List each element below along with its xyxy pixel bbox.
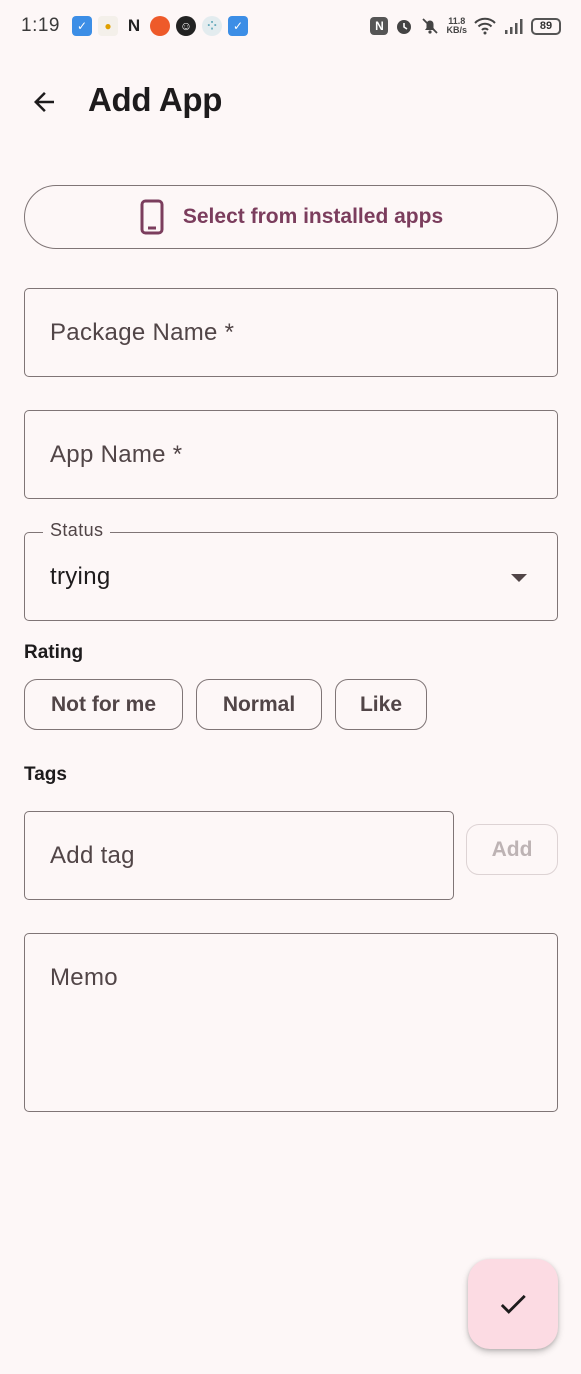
package-name-field[interactable]: Package Name * — [24, 288, 558, 377]
app-name-placeholder: App Name * — [50, 440, 183, 468]
back-button[interactable] — [22, 80, 66, 124]
battery-indicator: 89 — [531, 17, 561, 35]
app-name-field[interactable]: App Name * — [24, 410, 558, 499]
save-fab-button[interactable] — [468, 1259, 558, 1349]
select-installed-apps-label: Select from installed apps — [182, 205, 444, 228]
add-tag-field[interactable]: Add tag — [24, 811, 454, 900]
smartphone-icon — [140, 199, 164, 235]
rating-chip-label: Not for me — [51, 692, 156, 716]
add-tag-button[interactable]: Add — [466, 824, 558, 875]
status-time: 1:19 — [21, 15, 60, 36]
add-tag-button-label: Add — [491, 837, 533, 861]
status-bar-right: N 11.8 KB/s 89 — [370, 16, 561, 36]
tags-label: Tags — [24, 764, 67, 785]
memo-placeholder: Memo — [50, 964, 118, 991]
nfc-icon: N — [370, 17, 389, 35]
rating-chip-normal[interactable]: Normal — [196, 679, 322, 730]
orange-app-icon — [149, 16, 170, 36]
dotted-app-icon: ⁘ — [201, 16, 222, 36]
top-app-bar: Add App — [0, 72, 581, 132]
rating-chip-like[interactable]: Like — [335, 679, 427, 730]
page-title: Add App — [88, 81, 223, 118]
network-speed-unit: KB/s — [446, 25, 467, 35]
status-label: Status — [43, 520, 111, 541]
status-bar: 1:19 ✓ ● N ☺ ⁘ ✓ N 11.8 KB/s 89 — [0, 0, 581, 52]
alarm-icon — [397, 20, 412, 34]
status-dropdown[interactable]: Status trying — [24, 520, 558, 621]
rating-chip-label: Like — [359, 692, 403, 716]
rating-chip-not-for-me[interactable]: Not for me — [24, 679, 183, 730]
add-app-screen: 1:19 ✓ ● N ☺ ⁘ ✓ N 11.8 KB/s 89 Add App … — [0, 0, 581, 1374]
rating-chip-label: Normal — [222, 692, 296, 716]
select-installed-apps-button[interactable]: Select from installed apps — [24, 185, 558, 249]
weather-icon: ● — [97, 16, 118, 36]
network-speed: 11.8 KB/s — [446, 17, 467, 35]
status-value: trying — [50, 562, 111, 590]
package-name-placeholder: Package Name * — [50, 318, 235, 346]
panda-app-icon: ☺ — [175, 16, 196, 36]
arrow-back-icon — [34, 92, 54, 112]
n-app-icon: N — [127, 16, 141, 35]
mute-bell-icon — [422, 18, 439, 34]
check-icon — [500, 1294, 526, 1314]
wifi-icon — [474, 17, 496, 35]
task-check-icon: ✓ — [71, 16, 92, 36]
todo-check-icon: ✓ — [227, 16, 248, 36]
dropdown-arrow-icon — [511, 574, 527, 582]
signal-icon — [505, 19, 523, 34]
status-bar-left: 1:19 ✓ ● N ☺ ⁘ ✓ — [21, 15, 248, 37]
rating-label: Rating — [24, 642, 84, 663]
add-tag-placeholder: Add tag — [50, 841, 135, 869]
memo-field[interactable]: Memo — [24, 933, 558, 1112]
